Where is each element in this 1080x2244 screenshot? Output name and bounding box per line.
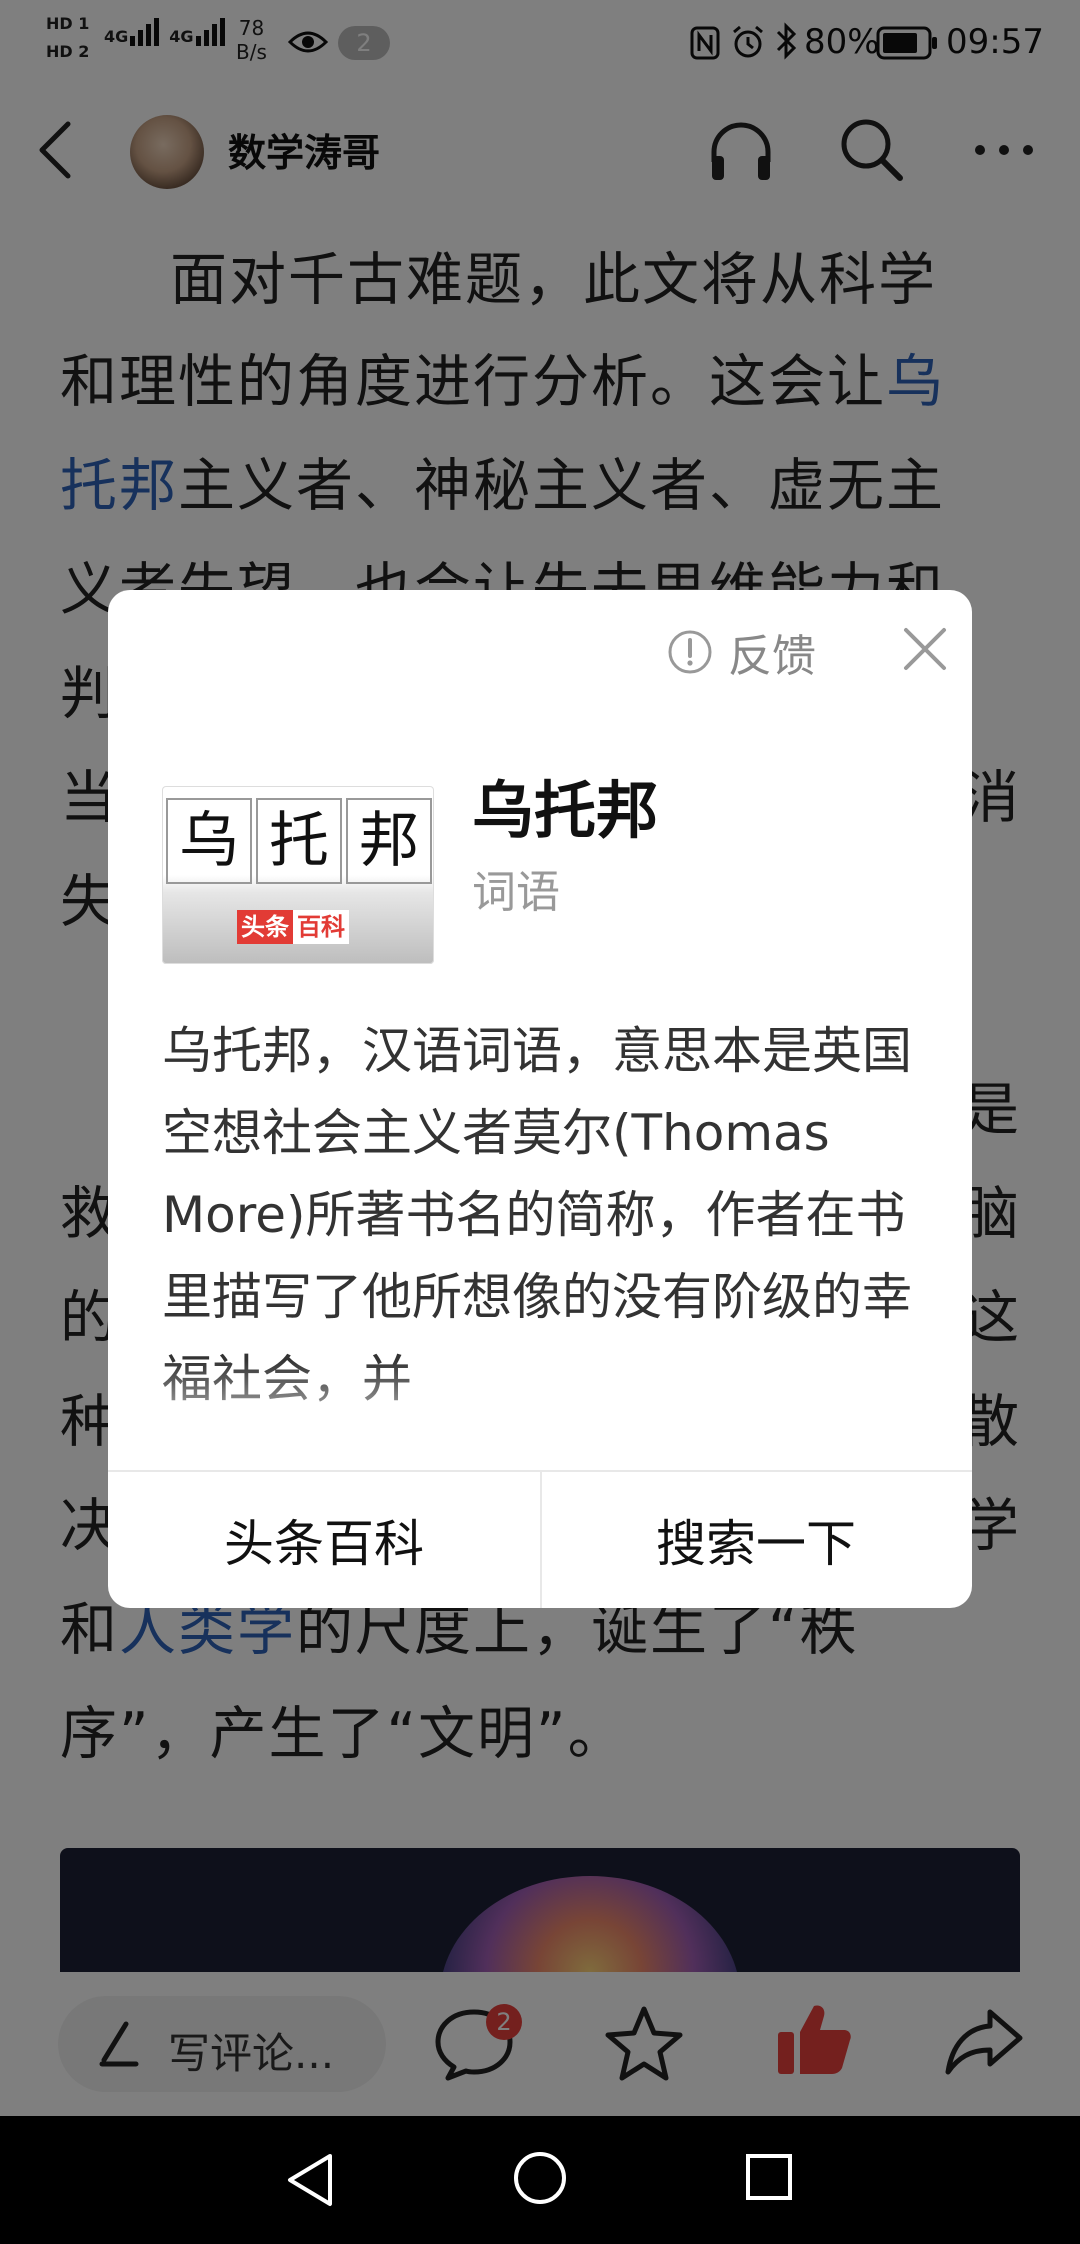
feedback-label: 反馈 xyxy=(728,631,816,682)
entry-type: 词语 xyxy=(472,867,560,918)
encyclopedia-popup: 反馈 乌 托 邦 头条 百科 乌托邦 词语 乌托邦，汉语词语，意思本是英国空想社会… xyxy=(108,590,972,1608)
thumbnail-char: 邦 xyxy=(346,798,432,884)
description-fade xyxy=(108,1360,972,1460)
close-icon[interactable] xyxy=(898,622,952,676)
feedback-button[interactable]: 反馈 xyxy=(666,620,816,684)
entry-thumbnail: 乌 托 邦 头条 百科 xyxy=(162,786,434,964)
toutiao-baike-button[interactable]: 头条百科 xyxy=(108,1472,540,1608)
thumbnail-char: 乌 xyxy=(166,798,252,884)
toutiao-baike-logo: 头条 百科 xyxy=(237,910,361,944)
search-button[interactable]: 搜索一下 xyxy=(540,1472,972,1608)
nav-back-icon[interactable] xyxy=(284,2152,336,2208)
thumbnail-char: 托 xyxy=(256,798,342,884)
exclamation-circle-icon xyxy=(668,630,712,674)
nav-home-icon[interactable] xyxy=(512,2150,568,2206)
entry-title: 乌托邦 xyxy=(472,774,659,847)
system-navigation-bar xyxy=(0,2116,1080,2244)
nav-recents-icon[interactable] xyxy=(744,2152,794,2202)
